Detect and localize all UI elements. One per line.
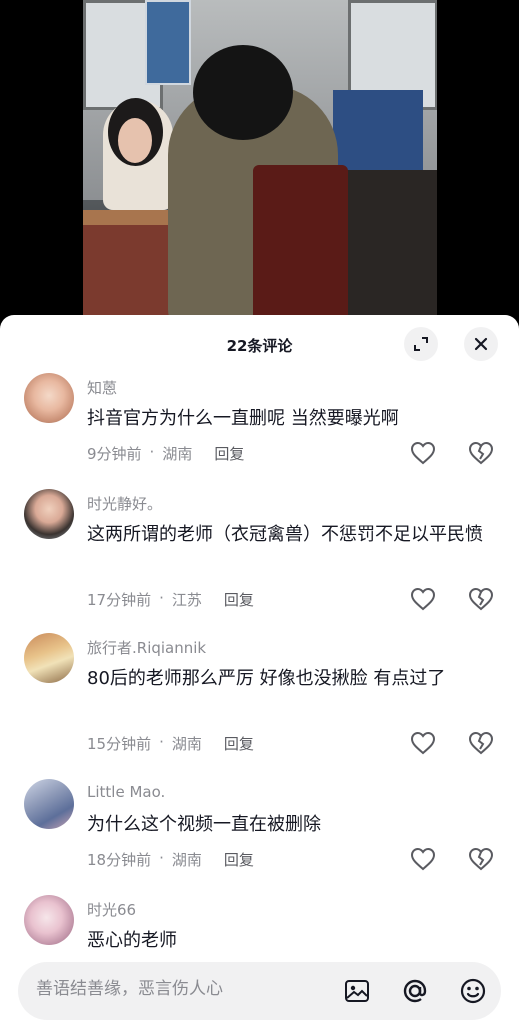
broken-heart-icon[interactable]: [468, 587, 494, 611]
comment-text: 抖音官方为什么一直删呢 当然要曝光啊: [87, 408, 399, 429]
separator-dot: ·: [159, 589, 164, 607]
comment-username[interactable]: 时光66: [87, 899, 136, 920]
heart-icon[interactable]: [410, 441, 436, 465]
comment-meta: 15分钟前 · 湖南 回复: [87, 733, 254, 754]
comment-username[interactable]: 时光静好。: [87, 493, 162, 514]
comment-text: 恶心的老师: [87, 930, 177, 951]
comment-text: 80后的老师那么严厉 好像也没揪脸 有点过了: [87, 668, 446, 689]
comment-time: 18分钟前: [87, 851, 152, 869]
comments-sheet: 22条评论 知蒽 抖音官方为什么一直删呢 当然要曝光啊 9分钟前 · 湖南 回复: [0, 315, 519, 1024]
separator-dot: ·: [159, 733, 164, 751]
mention-button[interactable]: [400, 976, 430, 1006]
image-icon: [345, 980, 369, 1002]
comment-location: 江苏: [171, 591, 202, 609]
comment-time: 17分钟前: [87, 591, 152, 609]
heart-icon[interactable]: [410, 587, 436, 611]
comment-location: 湖南: [171, 735, 202, 753]
close-button[interactable]: [464, 327, 498, 361]
comment-time: 9分钟前: [87, 445, 142, 463]
expand-button[interactable]: [404, 327, 438, 361]
comment-username[interactable]: Little Mao.: [87, 783, 165, 801]
comment-meta: 18分钟前 · 湖南 回复: [87, 849, 254, 870]
heart-icon[interactable]: [410, 731, 436, 755]
comment-input[interactable]: [36, 979, 316, 999]
reply-button[interactable]: 回复: [224, 849, 254, 870]
comment-meta: 9分钟前 · 湖南 回复: [87, 443, 244, 464]
comment-meta: 17分钟前 · 江苏 回复: [87, 589, 254, 610]
avatar[interactable]: [24, 633, 74, 683]
at-icon: [403, 979, 427, 1003]
app-root: 22条评论 知蒽 抖音官方为什么一直删呢 当然要曝光啊 9分钟前 · 湖南 回复: [0, 0, 519, 1024]
comment-location: 湖南: [162, 445, 193, 463]
comment-input-bar: [18, 962, 501, 1020]
heart-icon[interactable]: [410, 847, 436, 871]
emoji-icon: [460, 978, 486, 1004]
comment-username[interactable]: 旅行者.Riqiannik: [87, 637, 206, 658]
avatar[interactable]: [24, 779, 74, 829]
separator-dot: ·: [149, 443, 155, 461]
reply-button[interactable]: 回复: [224, 733, 254, 754]
reply-button[interactable]: 回复: [214, 443, 244, 464]
broken-heart-icon[interactable]: [468, 847, 494, 871]
image-button[interactable]: [342, 976, 372, 1006]
avatar[interactable]: [24, 895, 74, 945]
separator-dot: ·: [159, 849, 164, 867]
avatar[interactable]: [24, 489, 74, 539]
comments-count-title: 22条评论: [226, 337, 293, 355]
broken-heart-icon[interactable]: [468, 441, 494, 465]
reply-button[interactable]: 回复: [224, 589, 254, 610]
comment-time: 15分钟前: [87, 735, 152, 753]
avatar[interactable]: [24, 373, 74, 423]
comment-text: 为什么这个视频一直在被删除: [87, 814, 321, 835]
close-icon: [474, 337, 488, 351]
video-frame: [83, 0, 437, 330]
comment-location: 湖南: [171, 851, 202, 869]
broken-heart-icon[interactable]: [468, 731, 494, 755]
comment-text: 这两所谓的老师（衣冠禽兽）不惩罚不足以平民愤: [87, 524, 483, 545]
expand-icon: [414, 337, 428, 351]
comment-username[interactable]: 知蒽: [87, 377, 117, 398]
emoji-button[interactable]: [458, 976, 488, 1006]
video-player[interactable]: [0, 0, 519, 330]
